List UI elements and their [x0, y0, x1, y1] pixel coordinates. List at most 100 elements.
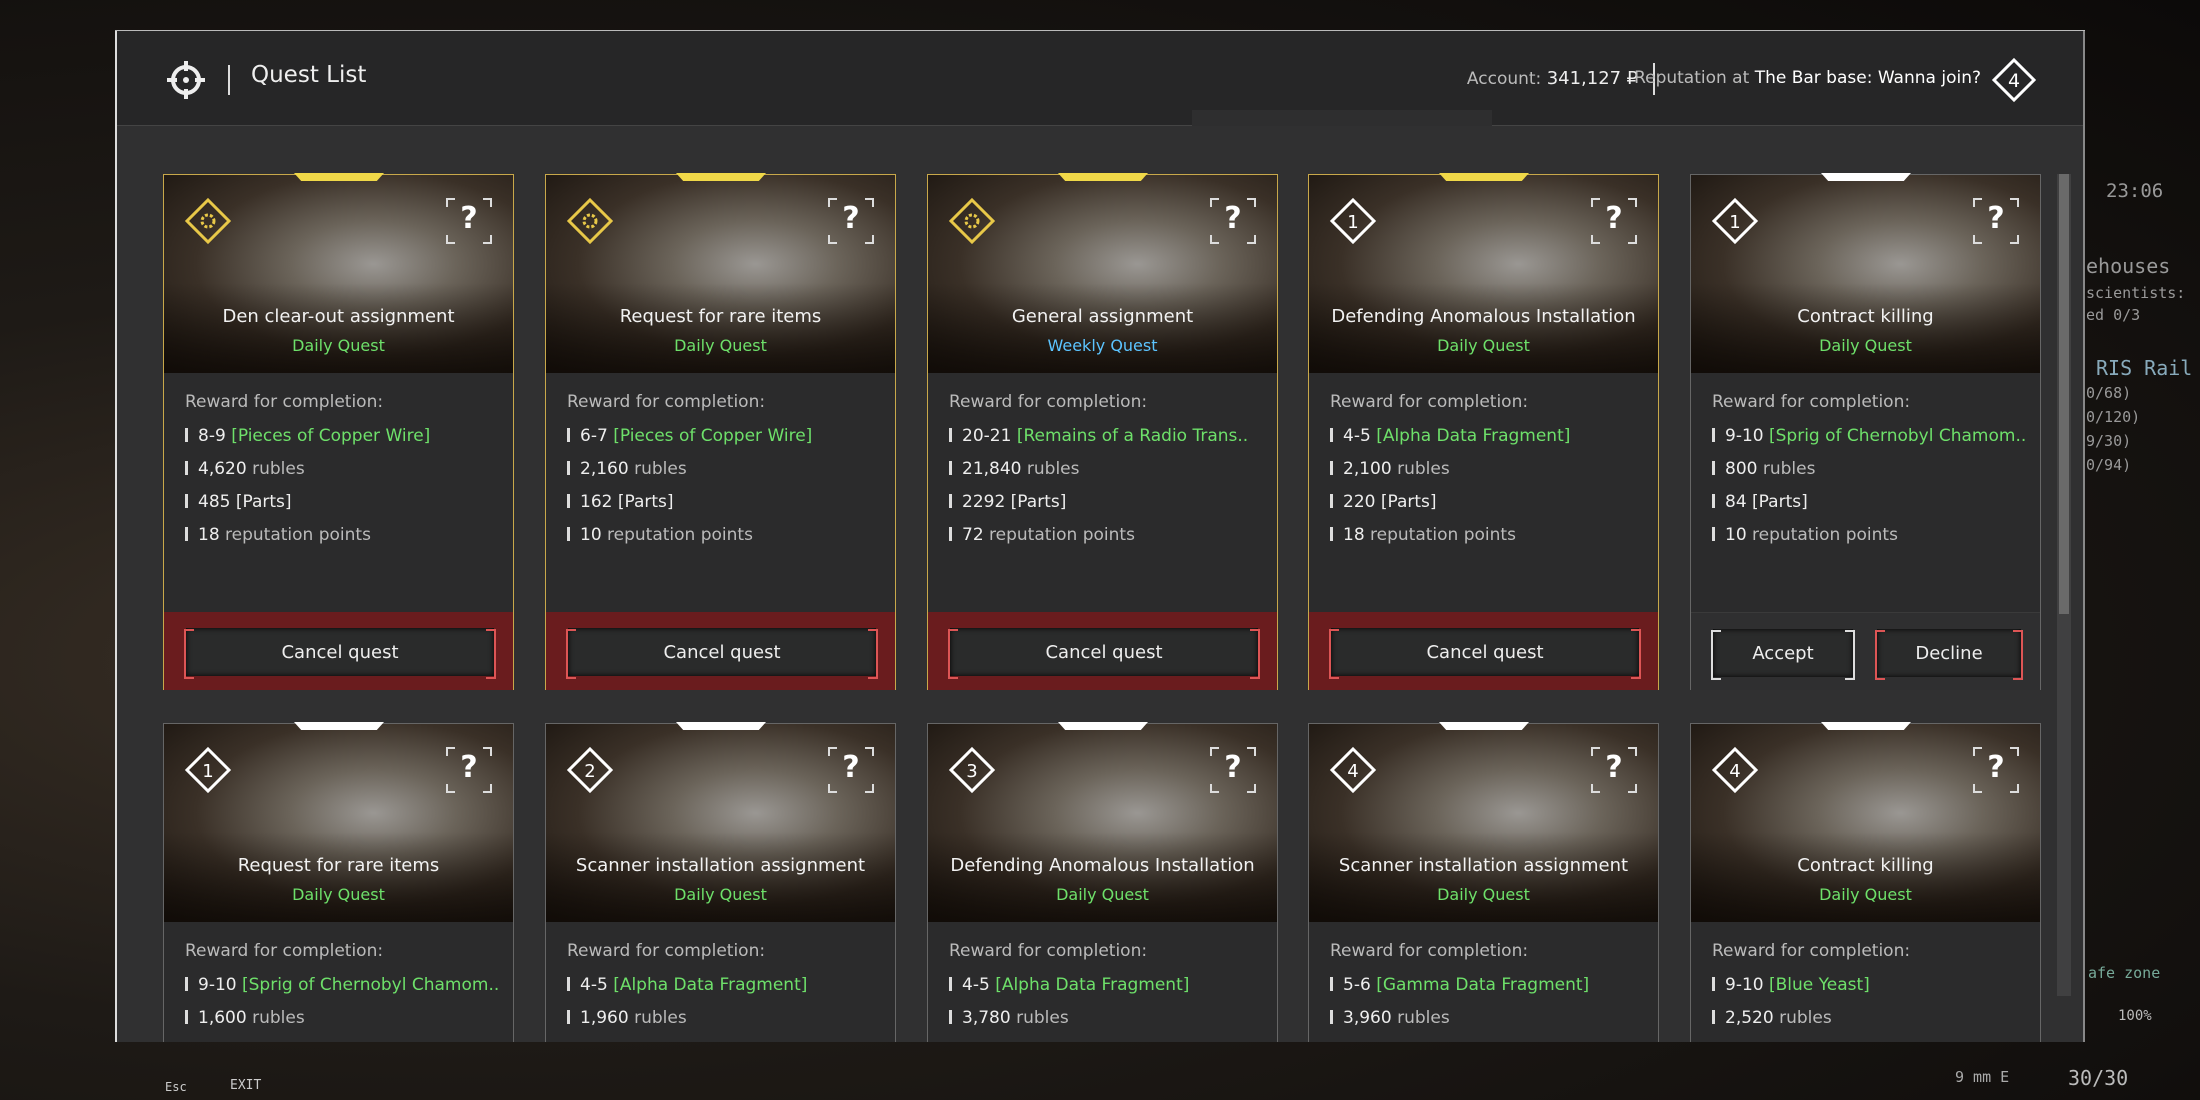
quest-type: Daily Quest: [674, 885, 767, 904]
quest-title: Defending Anomalous Installation: [950, 855, 1255, 876]
level-badge-icon: 1: [1329, 197, 1377, 245]
level-badge-icon: 1: [184, 746, 232, 794]
exit-button[interactable]: EXIT: [230, 1078, 261, 1093]
quest-card[interactable]: 4 ? Scanner installation assignment Dail…: [1308, 722, 1659, 1042]
quest-title: General assignment: [1011, 306, 1194, 327]
svg-text:1: 1: [1347, 212, 1358, 233]
reward-line: 4-5 [Alpha Data Fragment]: [949, 974, 1267, 1007]
reward-line: 4,620 rubles: [185, 458, 503, 491]
hud-ammo: 30/30: [2068, 1066, 2129, 1090]
quest-card[interactable]: 1 ? Contract killing Daily Quest Reward …: [1690, 173, 2041, 690]
svg-text:4: 4: [2008, 70, 2020, 92]
quest-list-window: Quest List Account: 341,127 ₽ Reputation…: [115, 31, 2085, 1042]
cancel-quest-button[interactable]: Cancel quest: [1329, 628, 1641, 679]
reward-label: Reward for completion:: [1330, 392, 1529, 412]
reward-line: 2,160 rubles: [567, 458, 885, 491]
reward-label: Reward for completion:: [1712, 941, 1911, 961]
help-icon[interactable]: ?: [827, 746, 875, 794]
reward-line: 18 reputation points: [1330, 524, 1648, 557]
help-icon[interactable]: ?: [1209, 197, 1257, 245]
svg-text:2: 2: [584, 761, 595, 782]
hud-objective-line: 0/68): [2086, 384, 2132, 402]
hud-objective-line: ehouses: [2086, 254, 2171, 278]
help-icon[interactable]: ?: [1209, 746, 1257, 794]
gear-badge-icon: [948, 197, 996, 245]
quest-type: Weekly Quest: [1047, 336, 1158, 355]
help-icon[interactable]: ?: [1590, 746, 1638, 794]
cancel-quest-button[interactable]: Cancel quest: [948, 628, 1260, 679]
quest-card[interactable]: 3 ? Defending Anomalous Installation Dai…: [927, 722, 1278, 1042]
reward-line: 1,960 rubles: [567, 1007, 885, 1040]
quest-type: Daily Quest: [1437, 885, 1530, 904]
hud-time: 23:06: [2106, 180, 2164, 202]
quest-title: Den clear-out assignment: [222, 306, 455, 327]
svg-text:1: 1: [1729, 212, 1740, 233]
reward-line: 9-10 [Sprig of Chernobyl Chamom..: [1712, 425, 2030, 458]
quest-type: Daily Quest: [1437, 336, 1530, 355]
decline-button[interactable]: Decline: [1875, 629, 2023, 680]
quest-title: Defending Anomalous Installation: [1331, 306, 1636, 327]
quest-title: Scanner installation assignment: [1338, 855, 1629, 876]
reputation-level-badge: 4: [1991, 57, 2037, 103]
help-icon[interactable]: ?: [1972, 197, 2020, 245]
help-icon[interactable]: ?: [445, 746, 493, 794]
level-badge-icon: 3: [948, 746, 996, 794]
cancel-quest-button[interactable]: Cancel quest: [566, 628, 878, 679]
help-icon[interactable]: ?: [1590, 197, 1638, 245]
hud-objective-line: scientists:: [2086, 284, 2186, 302]
hud-objective-line: ed 0/3: [2086, 306, 2141, 324]
help-icon[interactable]: ?: [1972, 746, 2020, 794]
reward-line: 10 reputation points: [567, 524, 885, 557]
reward-line: 162 [Parts]: [567, 491, 885, 524]
quest-card[interactable]: 1 ? Defending Anomalous Installation Dai…: [1308, 173, 1659, 690]
hud-objective-line: 0/120): [2086, 408, 2141, 426]
divider: [228, 65, 230, 95]
quest-card[interactable]: 2 ? Scanner installation assignment Dail…: [545, 722, 896, 1042]
reward-label: Reward for completion:: [567, 941, 766, 961]
svg-text:3: 3: [966, 761, 977, 782]
reward-line: 3,960 rubles: [1330, 1007, 1648, 1040]
esc-key[interactable]: Esc: [165, 1080, 187, 1094]
account-balance: Account: 341,127 ₽: [1466, 68, 1638, 89]
quest-card[interactable]: 1 ? Request for rare items Daily Quest R…: [163, 722, 514, 1042]
gear-badge-icon: [566, 197, 614, 245]
reward-label: Reward for completion:: [949, 392, 1148, 412]
svg-text:4: 4: [1729, 761, 1740, 782]
reward-line: 4-5 [Alpha Data Fragment]: [567, 974, 885, 1007]
reward-line: 84 [Parts]: [1712, 491, 2030, 524]
reward-line: 20-21 [Remains of a Radio Trans..: [949, 425, 1267, 458]
help-icon[interactable]: ?: [445, 197, 493, 245]
level-badge-icon: 4: [1711, 746, 1759, 794]
reward-line: 18 reputation points: [185, 524, 503, 557]
crosshair-icon: [167, 61, 205, 99]
reward-line: 72 reputation points: [949, 524, 1267, 557]
cancel-quest-button[interactable]: Cancel quest: [184, 628, 496, 679]
scrollbar-thumb[interactable]: [2059, 174, 2069, 614]
reward-line: 3,780 rubles: [949, 1007, 1267, 1040]
help-icon[interactable]: ?: [827, 197, 875, 245]
hud-ammo-type: 9 mm E: [1955, 1068, 2010, 1086]
reward-line: 2,520 rubles: [1712, 1007, 2030, 1040]
reward-line: 9-10 [Sprig of Chernobyl Chamom..: [185, 974, 503, 1007]
quest-card[interactable]: ? General assignment Weekly Quest Reward…: [927, 173, 1278, 690]
hud-safe-zone: afe zone: [2088, 964, 2161, 982]
hud-objective-line: 0/94): [2086, 456, 2132, 474]
scrollbar[interactable]: [2057, 174, 2071, 996]
reward-line: 21,840 rubles: [949, 458, 1267, 491]
accept-button[interactable]: Accept: [1711, 629, 1855, 680]
quest-type: Daily Quest: [1056, 885, 1149, 904]
reward-line: 485 [Parts]: [185, 491, 503, 524]
reward-label: Reward for completion:: [185, 941, 384, 961]
page-title: Quest List: [251, 62, 367, 88]
reward-line: 8-9 [Pieces of Copper Wire]: [185, 425, 503, 458]
quest-card[interactable]: ? Request for rare items Daily Quest Rew…: [545, 173, 896, 690]
reward-line: 6-7 [Pieces of Copper Wire]: [567, 425, 885, 458]
svg-text:1: 1: [202, 761, 213, 782]
level-badge-icon: 2: [566, 746, 614, 794]
reward-line: 2,100 rubles: [1330, 458, 1648, 491]
quest-card[interactable]: 4 ? Contract killing Daily Quest Reward …: [1690, 722, 2041, 1042]
quest-title: Contract killing: [1797, 855, 1934, 876]
gear-badge-icon: [184, 197, 232, 245]
quest-card[interactable]: ? Den clear-out assignment Daily Quest R…: [163, 173, 514, 690]
reward-line: 220 [Parts]: [1330, 491, 1648, 524]
